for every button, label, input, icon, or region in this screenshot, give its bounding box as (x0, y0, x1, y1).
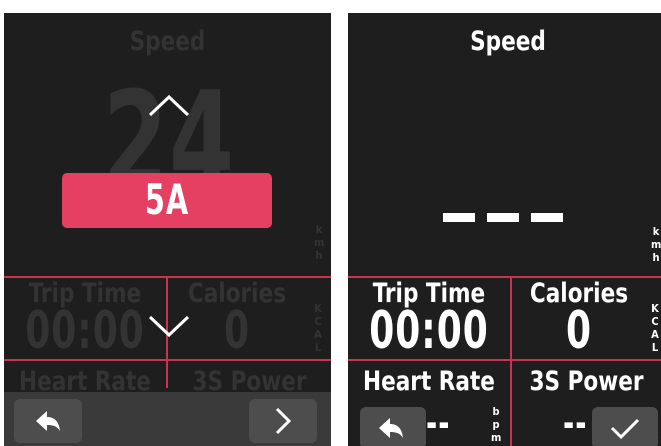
trip-time-value: 00:00 (369, 301, 489, 361)
selected-value-box[interactable]: 5A (62, 173, 272, 228)
right-device-screen: Speed --- k m h Trip Time 00:00 Calories… (348, 13, 661, 446)
power-value: -- (563, 401, 588, 446)
back-arrow-icon (379, 418, 403, 438)
calories-unit: K C A L (314, 302, 322, 354)
chevron-up-icon[interactable] (147, 93, 191, 119)
speed-unit: k m h (651, 225, 661, 264)
confirm-button[interactable] (592, 407, 658, 446)
power-label: 3S Power (529, 365, 644, 397)
speed-value: --- (443, 205, 563, 229)
left-device-screen: Speed 24 k m h 5A Trip Time 00:00 Calori… (4, 13, 331, 446)
heart-rate-value: -- (426, 401, 451, 446)
speed-unit: k m h (314, 223, 325, 262)
heart-rate-unit: b p m (491, 405, 502, 444)
chevron-right-icon (275, 407, 292, 435)
back-button[interactable] (360, 407, 426, 446)
speed-title: Speed (129, 25, 206, 57)
checkmark-icon (610, 418, 640, 440)
calories-unit: K C A L (651, 302, 659, 354)
calories-value: 0 (565, 301, 593, 361)
back-button[interactable] (14, 399, 82, 443)
heart-rate-label: Heart Rate (363, 365, 495, 397)
trip-time-value: 00:00 (25, 301, 145, 361)
speed-title: Speed (470, 25, 546, 57)
selected-value: 5A (144, 175, 190, 225)
next-button[interactable] (249, 399, 317, 443)
chevron-down-icon[interactable] (147, 313, 191, 339)
back-arrow-icon (36, 411, 60, 431)
